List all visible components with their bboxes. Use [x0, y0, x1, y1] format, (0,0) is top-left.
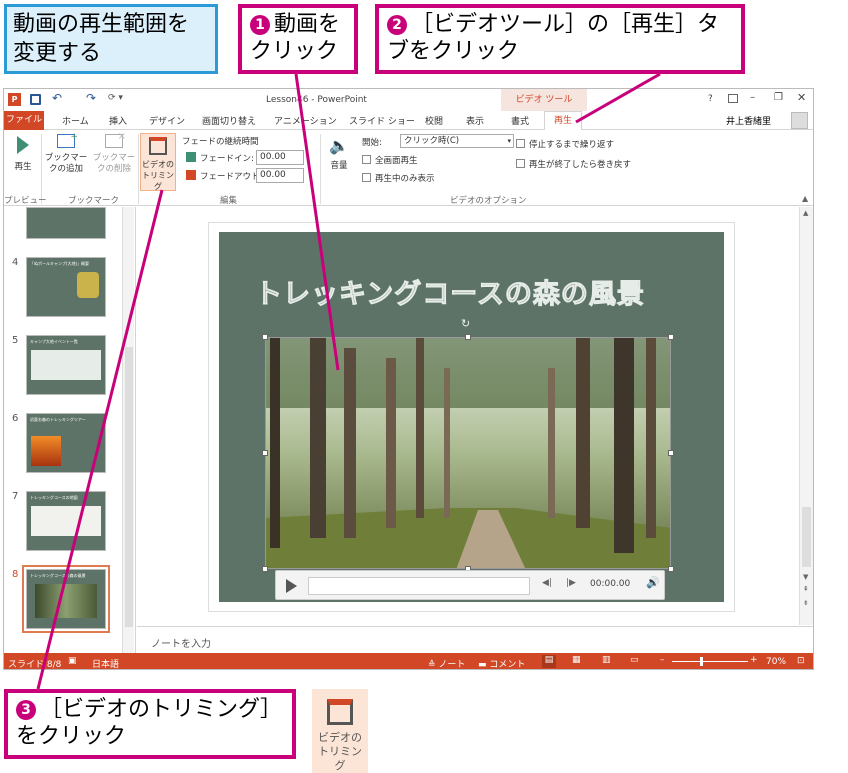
- callout-connectors: [36, 72, 661, 690]
